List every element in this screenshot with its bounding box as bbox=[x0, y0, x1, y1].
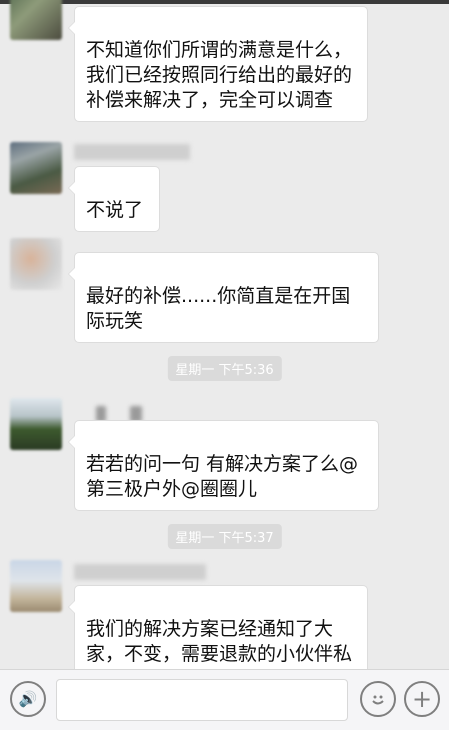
smiley-face-icon bbox=[372, 695, 384, 705]
status-bar-edge bbox=[0, 0, 449, 4]
avatar[interactable] bbox=[10, 560, 62, 612]
sender-name-blurred bbox=[74, 144, 190, 160]
message-bubble[interactable]: 不知道你们所谓的满意是什么，我们已经按照同行给出的最好的补偿来解决了，完全可以调… bbox=[68, 6, 368, 122]
timestamp: 星期一 下午5:36 bbox=[167, 356, 282, 381]
chat-input-bar: 🔊 + bbox=[0, 669, 449, 730]
message-text: 不知道你们所谓的满意是什么，我们已经按照同行给出的最好的补偿来解决了，完全可以调… bbox=[86, 39, 353, 111]
message-bubble[interactable]: 不说了 bbox=[68, 166, 160, 232]
avatar[interactable] bbox=[10, 0, 62, 40]
voice-icon[interactable]: 🔊 bbox=[10, 681, 46, 717]
plus-icon[interactable]: + bbox=[404, 681, 440, 717]
timestamp: 星期一 下午5:37 bbox=[167, 524, 282, 549]
message-text: 最好的补偿......你简直是在开国际玩笑 bbox=[86, 285, 351, 332]
sender-name-blurred bbox=[74, 564, 206, 580]
avatar[interactable] bbox=[10, 398, 62, 450]
message-bubble[interactable]: 若若的问一句 有解决方案了么@第三极户外@圈圈儿 bbox=[68, 420, 379, 511]
message-input[interactable] bbox=[56, 679, 348, 721]
emoji-icon[interactable] bbox=[360, 681, 396, 717]
avatar[interactable] bbox=[10, 238, 62, 290]
message-bubble[interactable]: 最好的补偿......你简直是在开国际玩笑 bbox=[68, 252, 379, 343]
avatar[interactable] bbox=[10, 142, 62, 194]
message-text: 若若的问一句 有解决方案了么@第三极户外@圈圈儿 bbox=[86, 453, 359, 500]
message-text: 不说了 bbox=[86, 199, 144, 221]
